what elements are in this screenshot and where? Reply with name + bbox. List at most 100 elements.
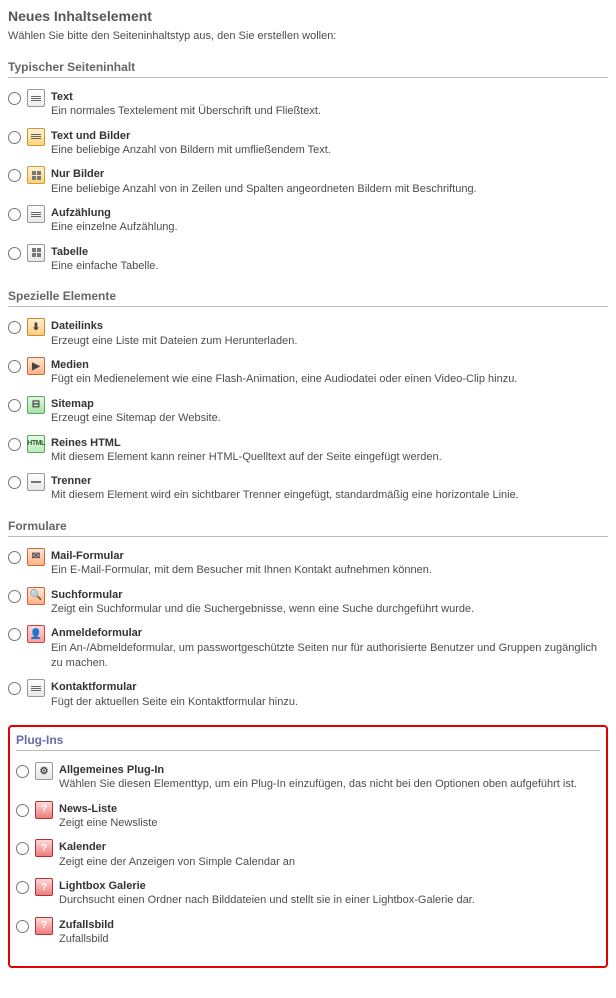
search-icon: 🔍 <box>27 587 45 605</box>
option-login[interactable]: 👤 Anmeldeformular Ein An-/Abmeldeformular… <box>8 624 608 672</box>
question-icon: ? <box>35 839 53 857</box>
image-icon <box>27 166 45 184</box>
radio-search[interactable] <box>8 590 21 603</box>
radio-table[interactable] <box>8 247 21 260</box>
option-file[interactable]: ⬇ Dateilinks Erzeugt eine Liste mit Datei… <box>8 317 608 350</box>
option-title: Suchformular <box>51 588 608 602</box>
radio-contact[interactable] <box>8 682 21 695</box>
option-title: Text <box>51 90 608 104</box>
option-desc: Zeigt eine der Anzeigen von Simple Calen… <box>59 856 295 868</box>
radio-sitemap[interactable] <box>8 399 21 412</box>
list-icon <box>27 205 45 223</box>
option-title: Sitemap <box>51 397 608 411</box>
option-title: Text und Bilder <box>51 129 608 143</box>
mail-icon: ✉ <box>27 548 45 566</box>
option-search[interactable]: 🔍 SuchformularZeigt ein Suchformular und… <box>8 586 608 619</box>
radio-list[interactable] <box>8 208 21 221</box>
option-title: Allgemeines Plug-In <box>59 763 600 777</box>
option-cal[interactable]: ? Kalender Zeigt eine der Anzeigen von Si… <box>16 838 600 871</box>
option-desc: Wählen Sie diesen Elementtyp, um ein Plu… <box>59 778 577 790</box>
radio-cal[interactable] <box>16 842 29 855</box>
option-lightbox[interactable]: ? Lightbox GalerieDurchsucht einen Ordne… <box>16 877 600 910</box>
option-list[interactable]: AufzählungEine einzelne Aufzählung. <box>8 204 608 237</box>
option-desc: Eine beliebige Anzahl von Bildern mit um… <box>51 144 331 156</box>
option-title: Dateilinks <box>51 319 608 333</box>
contact-icon <box>27 679 45 697</box>
option-desc: Fügt ein Medienelement wie eine Flash-An… <box>51 373 517 385</box>
option-desc: Eine einfache Tabelle. <box>51 260 158 272</box>
option-title: Mail-Formular <box>51 549 608 563</box>
page-title: Neues Inhaltselement <box>8 8 608 24</box>
option-title: Aufzählung <box>51 206 608 220</box>
section-heading-forms: Formulare <box>8 519 608 537</box>
radio-textimg[interactable] <box>8 131 21 144</box>
sitemap-icon: ⊟ <box>27 396 45 414</box>
option-html[interactable]: HTML Reines HTMLMit diesem Element kann … <box>8 434 608 467</box>
option-sitemap[interactable]: ⊟ SitemapErzeugt eine Sitemap der Websit… <box>8 395 608 428</box>
text-image-icon <box>27 128 45 146</box>
option-title: Anmeldeformular <box>51 626 608 640</box>
option-desc: Ein An-/Abmeldeformular, um passwortgesc… <box>51 642 597 669</box>
divider-icon <box>27 473 45 491</box>
radio-html[interactable] <box>8 438 21 451</box>
option-desc: Mit diesem Element wird ein sichtbarer T… <box>51 489 519 501</box>
option-general-plugin[interactable]: ⚙ Allgemeines Plug-InWählen Sie diesen E… <box>16 761 600 794</box>
radio-media[interactable] <box>8 360 21 373</box>
question-icon: ? <box>35 917 53 935</box>
option-text[interactable]: TextEin normales Textelement mit Übersch… <box>8 88 608 121</box>
file-icon: ⬇ <box>27 318 45 336</box>
option-desc: Erzeugt eine Liste mit Dateien zum Herun… <box>51 335 297 347</box>
radio-lightbox[interactable] <box>16 881 29 894</box>
question-icon: ? <box>35 801 53 819</box>
option-desc: Fügt der aktuellen Seite ein Kontaktform… <box>51 696 298 708</box>
option-title: Zufallsbild <box>59 918 600 932</box>
option-desc: Durchsucht einen Ordner nach Bilddateien… <box>59 894 475 906</box>
section-heading-plugins: Plug-Ins <box>16 733 600 751</box>
radio-hr[interactable] <box>8 476 21 489</box>
option-mail[interactable]: ✉ Mail-FormularEin E-Mail-Formular, mit … <box>8 547 608 580</box>
option-title: Medien <box>51 358 608 372</box>
table-icon <box>27 244 45 262</box>
radio-text[interactable] <box>8 92 21 105</box>
option-title: Kalender <box>59 840 600 854</box>
option-img[interactable]: Nur Bilder Eine beliebige Anzahl von in Z… <box>8 165 608 198</box>
page-subtitle: Wählen Sie bitte den Seiteninhaltstyp au… <box>8 30 608 42</box>
option-media[interactable]: ▶ MedienFügt ein Medienelement wie eine … <box>8 356 608 389</box>
option-hr[interactable]: TrennerMit diesem Element wird ein sicht… <box>8 472 608 505</box>
radio-img[interactable] <box>8 169 21 182</box>
option-title: Reines HTML <box>51 436 608 450</box>
option-desc: Eine beliebige Anzahl von in Zeilen und … <box>51 183 477 195</box>
option-desc: Zeigt eine Newsliste <box>59 817 157 829</box>
option-title: Tabelle <box>51 245 608 259</box>
option-title: News-Liste <box>59 802 600 816</box>
option-desc: Erzeugt eine Sitemap der Website. <box>51 412 221 424</box>
section-heading-typical: Typischer Seiteninhalt <box>8 60 608 78</box>
option-desc: Zufallsbild <box>59 933 109 945</box>
option-desc: Eine einzelne Aufzählung. <box>51 221 178 233</box>
option-desc: Mit diesem Element kann reiner HTML-Quel… <box>51 451 442 463</box>
radio-mail[interactable] <box>8 551 21 564</box>
option-title: Lightbox Galerie <box>59 879 600 893</box>
radio-general-plugin[interactable] <box>16 765 29 778</box>
option-news[interactable]: ? News-ListeZeigt eine Newsliste <box>16 800 600 833</box>
option-random[interactable]: ? ZufallsbildZufallsbild <box>16 916 600 949</box>
text-icon <box>27 89 45 107</box>
radio-news[interactable] <box>16 804 29 817</box>
radio-file[interactable] <box>8 321 21 334</box>
radio-random[interactable] <box>16 920 29 933</box>
media-icon: ▶ <box>27 357 45 375</box>
option-contact[interactable]: Kontaktformular Fügt der aktuellen Seite … <box>8 678 608 711</box>
option-title: Nur Bilder <box>51 167 608 181</box>
option-title: Trenner <box>51 474 608 488</box>
option-desc: Ein normales Textelement mit Überschrift… <box>51 105 321 117</box>
question-icon: ? <box>35 878 53 896</box>
option-textimg[interactable]: Text und BilderEine beliebige Anzahl von… <box>8 127 608 160</box>
html-icon: HTML <box>27 435 45 453</box>
section-heading-special: Spezielle Elemente <box>8 289 608 307</box>
option-desc: Ein E-Mail-Formular, mit dem Besucher mi… <box>51 564 432 576</box>
option-title: Kontaktformular <box>51 680 608 694</box>
radio-login[interactable] <box>8 628 21 641</box>
option-table[interactable]: TabelleEine einfache Tabelle. <box>8 243 608 276</box>
plugin-icon: ⚙ <box>35 762 53 780</box>
login-icon: 👤 <box>27 625 45 643</box>
